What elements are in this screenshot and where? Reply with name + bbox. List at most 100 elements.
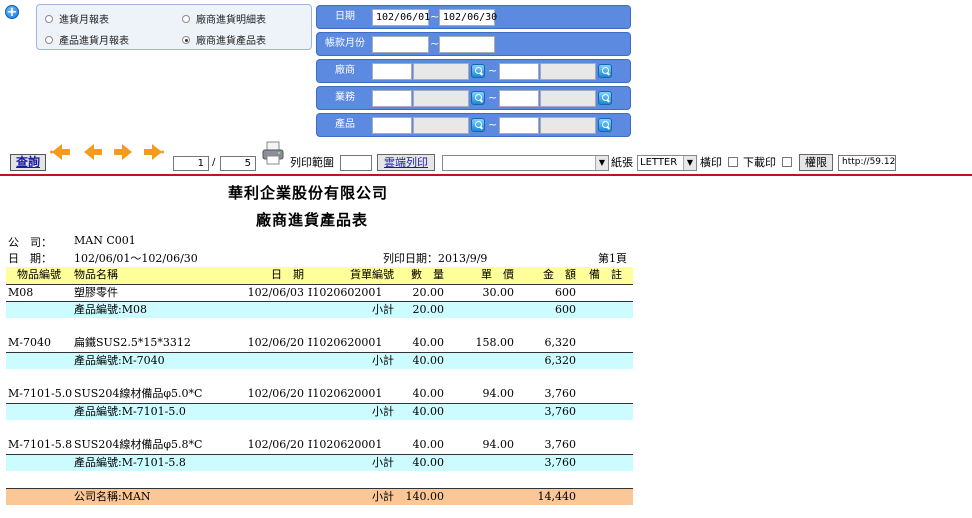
company-label: 公 司： [8, 236, 52, 249]
report-table: 物品編號 物品名稱 日 期 貨單編號 數 量 單 價 金 額 備 註 M08 塑… [6, 267, 633, 505]
date-label: 日 期： [8, 252, 52, 265]
current-page-input[interactable]: 1 [173, 156, 209, 171]
item-doc: I1020602001 [308, 285, 383, 299]
staff-from-name-input [413, 90, 469, 107]
column-header: 備 註 [578, 267, 633, 285]
prev-page-icon[interactable] [82, 142, 104, 162]
report-type-label: 廠商進貨明細表 [196, 15, 266, 26]
search-icon[interactable] [471, 91, 485, 105]
payment-month-to-input[interactable] [439, 36, 495, 53]
printer-select[interactable]: ▼ [442, 155, 609, 171]
report-type-option[interactable]: 廠商進貨產品表 [182, 32, 266, 47]
company-code: MAN C001 [74, 234, 136, 247]
subtotal-row: 產品編號:M-7101-5.8 小計 40.00 3,760 [6, 453, 633, 471]
search-icon[interactable] [471, 118, 485, 132]
staff-to-code-input[interactable] [499, 90, 539, 107]
total-row: 公司名稱:MAN 小計 140.00 14,440 [6, 487, 633, 505]
next-page-icon[interactable] [112, 142, 134, 162]
subtotal-qty: 40.00 [396, 402, 446, 420]
subtotal-text: 小計 [306, 453, 396, 471]
subtotal-qty: 40.00 [396, 351, 446, 369]
product-to-name-input [540, 117, 596, 134]
printer-icon[interactable] [262, 141, 284, 165]
total-qty: 140.00 [396, 487, 446, 505]
first-page-icon[interactable] [50, 142, 72, 162]
item-amount: 3,760 [544, 387, 577, 401]
landscape-checkbox[interactable] [728, 157, 738, 167]
paper-select[interactable]: LETTER ▼ [637, 155, 697, 171]
item-doc: I1020620001 [308, 336, 383, 350]
range-separator: ~ [430, 37, 440, 50]
item-qty: 20.00 [412, 285, 445, 299]
paper-label: 紙張 [611, 156, 633, 169]
product-to-code-input[interactable] [499, 117, 539, 134]
total-text: 小計 [306, 487, 396, 505]
item-amount: 6,320 [544, 336, 577, 350]
subtotal-label: 產品編號:M-7040 [72, 351, 244, 369]
radio-icon[interactable] [182, 14, 190, 23]
chevron-down-icon[interactable]: ▼ [595, 156, 608, 170]
report-type-option[interactable]: 廠商進貨明細表 [182, 11, 266, 26]
date-from-input[interactable]: 102/06/01 [372, 9, 430, 26]
item-amount: 600 [555, 285, 576, 299]
total-amount: 14,440 [516, 487, 578, 505]
chevron-down-icon[interactable]: ▼ [683, 156, 696, 170]
column-header: 數 量 [396, 267, 446, 285]
item-code: M-7101-5.0 [8, 387, 72, 401]
last-page-icon[interactable] [142, 142, 164, 162]
print-range-label: 列印範圍 [290, 156, 334, 169]
query-button[interactable]: 查詢 [10, 154, 46, 171]
table-row: M-7101-5.0 SUS204線材備品φ5.0*C 102/06/20 I1… [6, 386, 633, 403]
date-range: 102/06/01～102/06/30 [74, 252, 198, 265]
range-separator: ~ [488, 91, 498, 104]
item-name: SUS204線材備品φ5.8*C [74, 438, 203, 452]
item-name: 塑膠零件 [74, 285, 118, 299]
subtotal-label: 產品編號:M-7101-5.8 [72, 453, 244, 471]
item-qty: 40.00 [412, 438, 445, 452]
subtotal-text: 小計 [306, 300, 396, 318]
search-icon[interactable] [598, 64, 612, 78]
product-from-code-input[interactable] [372, 117, 412, 134]
search-icon[interactable] [598, 91, 612, 105]
filter-label: 業務 [335, 92, 355, 103]
item-qty: 40.00 [412, 387, 445, 401]
search-icon[interactable] [471, 64, 485, 78]
download-checkbox[interactable] [782, 157, 792, 167]
subtotal-amount: 600 [516, 300, 578, 318]
permission-button[interactable]: 權限 [799, 154, 833, 171]
report-type-option[interactable]: 進貨月報表 [45, 11, 109, 26]
report-type-panel: 進貨月報表 廠商進貨明細表 產品進貨月報表 廠商進貨產品表 [36, 4, 312, 50]
item-name: 扁鐵SUS2.5*15*3312 [74, 336, 191, 350]
vendor-to-name-input [540, 63, 596, 80]
toolbar-divider [0, 174, 972, 176]
add-icon[interactable]: + [5, 5, 19, 19]
print-range-input[interactable] [340, 155, 372, 171]
total-pages: 5 [220, 156, 256, 171]
item-name: SUS204線材備品φ5.0*C [74, 387, 203, 401]
filter-label: 廠商 [335, 65, 355, 76]
item-doc: I1020620001 [308, 438, 383, 452]
staff-from-code-input[interactable] [372, 90, 412, 107]
payment-month-from-input[interactable] [372, 36, 429, 53]
radio-icon[interactable] [45, 35, 53, 44]
column-header: 日 期 [244, 267, 306, 285]
report-type-option[interactable]: 產品進貨月報表 [45, 32, 129, 47]
url-input[interactable]: http://59.125 [838, 155, 896, 171]
column-header: 物品編號 [6, 267, 72, 285]
subtotal-row: 產品編號:M08 小計 20.00 600 [6, 300, 633, 318]
subtotal-label: 產品編號:M-7101-5.0 [72, 402, 244, 420]
column-header: 物品名稱 [72, 267, 244, 285]
subtotal-amount: 3,760 [516, 402, 578, 420]
date-to-input[interactable]: 102/06/30 [439, 9, 497, 26]
range-separator: ~ [430, 10, 440, 23]
staff-to-name-input [540, 90, 596, 107]
filter-row-vendor: 廠商 ~ [316, 59, 631, 83]
search-icon[interactable] [598, 118, 612, 132]
vendor-from-code-input[interactable] [372, 63, 412, 80]
vendor-to-code-input[interactable] [499, 63, 539, 80]
cloud-print-button[interactable]: 雲端列印 [377, 154, 435, 171]
paper-select-value: LETTER [640, 157, 678, 168]
radio-icon[interactable] [45, 14, 53, 23]
radio-icon[interactable] [182, 35, 190, 44]
item-price: 94.00 [482, 387, 515, 401]
